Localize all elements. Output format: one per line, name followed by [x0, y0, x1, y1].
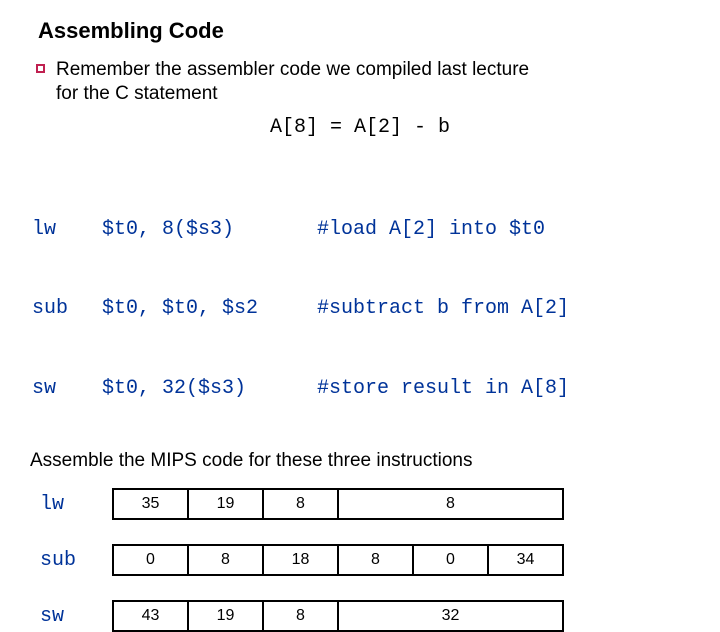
row-label: sw: [40, 605, 112, 628]
asm-comment: #load A[2] into $t0: [317, 217, 545, 243]
asm-args: $t0, 8($s3): [102, 217, 317, 243]
c-statement: A[8] = A[2] - b: [30, 116, 690, 139]
slide-title: Assembling Code: [38, 18, 690, 44]
asm-mnemonic: lw: [32, 217, 102, 243]
assembler-code: lw$t0, 8($s3)#load A[2] into $t0 sub$t0,…: [32, 165, 690, 429]
asm-comment: #store result in A[8]: [317, 376, 569, 402]
bullet-icon: [36, 64, 45, 73]
field-op: 0: [114, 546, 189, 574]
encoding-row-lw: lw 35 19 8 8: [40, 488, 690, 520]
asm-row: sub$t0, $t0, $s2#subtract b from A[2]: [32, 296, 690, 322]
asm-args: $t0, $t0, $s2: [102, 296, 317, 322]
field-rs: 19: [189, 602, 264, 630]
field-imm: 32: [339, 602, 564, 630]
row-label: sub: [40, 549, 112, 572]
asm-row: lw$t0, 8($s3)#load A[2] into $t0: [32, 217, 690, 243]
field-group: 0 8 18 8 0 34: [112, 544, 564, 576]
asm-mnemonic: sw: [32, 376, 102, 402]
bullet-line-2: for the C statement: [56, 83, 218, 104]
bullet-item: Remember the assembler code we compiled …: [56, 58, 690, 106]
field-imm: 8: [339, 490, 564, 518]
field-funct: 34: [489, 546, 564, 574]
asm-comment: #subtract b from A[2]: [317, 296, 569, 322]
instruction-text: Assemble the MIPS code for these three i…: [30, 450, 690, 472]
field-rt: 18: [264, 546, 339, 574]
field-rt: 8: [264, 602, 339, 630]
asm-row: sw$t0, 32($s3)#store result in A[8]: [32, 376, 690, 402]
encoding-tables: lw 35 19 8 8 sub 0 8 18 8 0 34 sw 43 19 …: [40, 488, 690, 632]
field-group: 35 19 8 8: [112, 488, 564, 520]
encoding-row-sw: sw 43 19 8 32: [40, 600, 690, 632]
field-shamt: 0: [414, 546, 489, 574]
encoding-row-sub: sub 0 8 18 8 0 34: [40, 544, 690, 576]
field-rd: 8: [339, 546, 414, 574]
field-op: 43: [114, 602, 189, 630]
field-rt: 8: [264, 490, 339, 518]
field-rs: 8: [189, 546, 264, 574]
asm-args: $t0, 32($s3): [102, 376, 317, 402]
bullet-line-1: Remember the assembler code we compiled …: [56, 59, 529, 80]
asm-mnemonic: sub: [32, 296, 102, 322]
field-op: 35: [114, 490, 189, 518]
field-rs: 19: [189, 490, 264, 518]
field-group: 43 19 8 32: [112, 600, 564, 632]
row-label: lw: [40, 493, 112, 516]
